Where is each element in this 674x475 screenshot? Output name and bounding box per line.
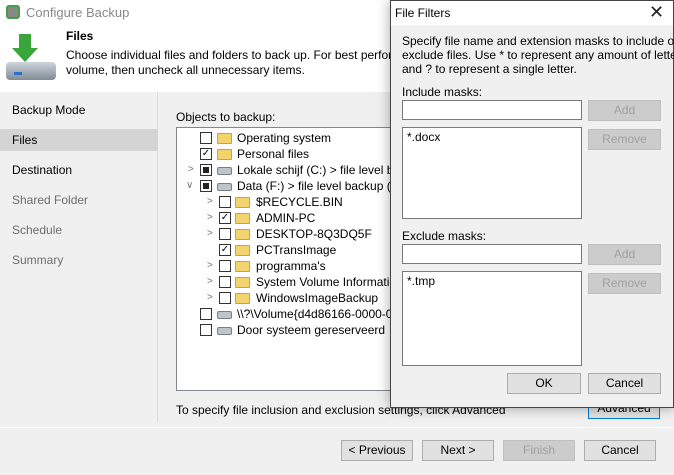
folder-icon bbox=[235, 293, 250, 304]
objects-label: Objects to backup: bbox=[176, 110, 276, 124]
download-drive-icon bbox=[6, 34, 58, 82]
sidebar-item-destination[interactable]: Destination bbox=[0, 159, 158, 181]
include-masks-list[interactable]: *.docx bbox=[402, 127, 582, 219]
file-filters-dialog: File Filters ✕ Specify file name and ext… bbox=[390, 0, 674, 408]
exclude-mask-input[interactable] bbox=[402, 244, 582, 264]
next-button[interactable]: Next > bbox=[422, 440, 494, 461]
dialog-cancel-button[interactable]: Cancel bbox=[588, 373, 661, 394]
include-mask-item[interactable]: *.docx bbox=[403, 128, 581, 146]
dialog-description-1: Specify file name and extension masks to… bbox=[402, 34, 674, 48]
chevron-right-icon[interactable]: > bbox=[207, 210, 213, 226]
tree-label: WindowsImageBackup bbox=[256, 291, 379, 305]
chevron-right-icon[interactable]: > bbox=[207, 274, 213, 290]
checkbox[interactable] bbox=[200, 132, 212, 144]
close-icon[interactable]: ✕ bbox=[649, 2, 664, 23]
dialog-description-2: exclude files. Use * to represent any am… bbox=[402, 48, 674, 62]
chevron-right-icon[interactable]: > bbox=[207, 258, 213, 274]
tree-label: Door systeem gereserveerd bbox=[237, 323, 386, 337]
chevron-right-icon[interactable]: > bbox=[207, 194, 213, 210]
drive-icon bbox=[217, 327, 232, 335]
checkbox[interactable]: ✓ bbox=[219, 212, 231, 224]
folder-icon bbox=[235, 261, 250, 272]
checkbox[interactable] bbox=[200, 180, 212, 192]
objects-tree[interactable]: Operating system ✓ Personal files > Lokale… bbox=[176, 127, 425, 391]
tree-label: Operating system bbox=[237, 131, 332, 145]
sidebar-item-schedule[interactable]: Schedule bbox=[0, 219, 158, 241]
sidebar-item-backup-mode[interactable]: Backup Mode bbox=[0, 99, 158, 121]
folder-icon bbox=[235, 197, 250, 208]
checkbox[interactable] bbox=[219, 228, 231, 240]
ok-button[interactable]: OK bbox=[507, 373, 581, 394]
exclude-remove-button[interactable]: Remove bbox=[588, 273, 661, 294]
tree-label: PCTransImage bbox=[256, 243, 337, 257]
checkbox[interactable]: ✓ bbox=[219, 244, 231, 256]
previous-button[interactable]: < Previous bbox=[341, 440, 413, 461]
footer-divider bbox=[0, 427, 674, 428]
os-icon bbox=[217, 133, 232, 144]
sidebar-item-files[interactable]: Files bbox=[0, 129, 158, 151]
dialog-title: File Filters bbox=[395, 6, 451, 20]
user-folder-icon bbox=[217, 149, 232, 160]
exclude-masks-label: Exclude masks: bbox=[402, 229, 487, 243]
exclude-add-button[interactable]: Add bbox=[588, 244, 661, 265]
folder-icon bbox=[235, 213, 250, 224]
tree-label: Personal files bbox=[237, 147, 310, 161]
include-mask-input[interactable] bbox=[402, 100, 582, 120]
folder-icon bbox=[235, 245, 250, 256]
exclude-mask-item[interactable]: *.tmp bbox=[403, 272, 581, 290]
header-description-2: volume, then uncheck all unnecessary ite… bbox=[66, 63, 305, 77]
tree-label: $RECYCLE.BIN bbox=[256, 195, 343, 209]
include-add-button[interactable]: Add bbox=[588, 100, 661, 121]
tree-label: \\?\Volume{d4d86166-0000-0000 bbox=[237, 307, 413, 321]
drive-icon bbox=[217, 311, 232, 319]
tree-label: DESKTOP-8Q3DQ5F bbox=[256, 227, 372, 241]
checkbox[interactable] bbox=[219, 292, 231, 304]
app-gear-icon bbox=[6, 5, 20, 19]
checkbox[interactable]: ✓ bbox=[200, 148, 212, 160]
include-masks-label: Include masks: bbox=[402, 85, 483, 99]
checkbox[interactable] bbox=[219, 260, 231, 272]
checkbox[interactable] bbox=[219, 196, 231, 208]
drive-icon bbox=[217, 167, 232, 175]
folder-icon bbox=[235, 277, 250, 288]
tree-label: ADMIN-PC bbox=[256, 211, 316, 225]
include-remove-button[interactable]: Remove bbox=[588, 129, 661, 150]
chevron-down-icon[interactable]: ∨ bbox=[186, 178, 193, 194]
window-title: Configure Backup bbox=[26, 5, 130, 20]
drive-icon bbox=[217, 183, 232, 191]
exclude-masks-list[interactable]: *.tmp bbox=[402, 271, 582, 366]
chevron-right-icon[interactable]: > bbox=[188, 162, 194, 178]
folder-icon bbox=[235, 229, 250, 240]
sidebar-item-summary[interactable]: Summary bbox=[0, 249, 158, 271]
tree-label: System Volume Information bbox=[256, 275, 403, 289]
checkbox[interactable] bbox=[200, 324, 212, 336]
header-title: Files bbox=[66, 29, 94, 43]
chevron-right-icon[interactable]: > bbox=[207, 226, 213, 242]
checkbox[interactable] bbox=[219, 276, 231, 288]
checkbox[interactable] bbox=[200, 164, 212, 176]
chevron-right-icon[interactable]: > bbox=[207, 290, 213, 306]
sidebar-item-shared-folder[interactable]: Shared Folder bbox=[0, 189, 158, 211]
cancel-button[interactable]: Cancel bbox=[584, 440, 656, 461]
tree-label: Data (F:) > file level backup (s bbox=[237, 179, 397, 193]
dialog-description-3: and ? to represent a single letter. bbox=[402, 62, 577, 76]
checkbox[interactable] bbox=[200, 308, 212, 320]
tree-label: programma's bbox=[256, 259, 326, 273]
dialog-title-bar: File Filters ✕ bbox=[391, 1, 673, 25]
finish-button[interactable]: Finish bbox=[503, 440, 575, 461]
